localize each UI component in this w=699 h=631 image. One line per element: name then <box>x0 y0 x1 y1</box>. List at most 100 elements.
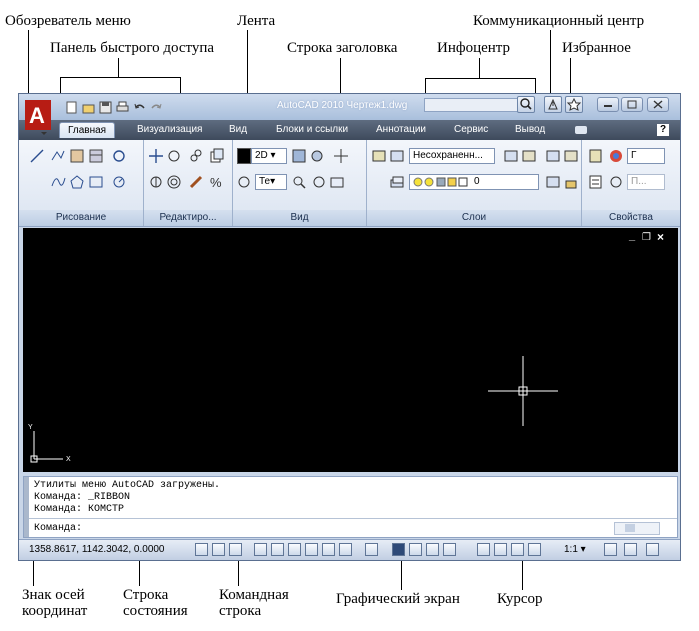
tab-annotations[interactable]: Аннотации <box>376 124 426 135</box>
save-icon[interactable] <box>99 101 112 114</box>
panel-title-draw[interactable]: Рисование <box>19 210 143 226</box>
current-layer-combo[interactable]: 0 <box>409 174 539 190</box>
clean-screen-icon[interactable] <box>646 543 659 556</box>
quick-properties-button[interactable] <box>365 543 378 556</box>
tab-blocks-references[interactable]: Блоки и ссылки <box>276 124 348 135</box>
trim-icon[interactable] <box>188 148 204 164</box>
graphic-screen[interactable]: _ ❐ × Y X <box>23 228 678 472</box>
annotation-visibility-icon[interactable] <box>604 543 617 556</box>
layer-properties-icon[interactable] <box>371 148 387 164</box>
ortho-mode-button[interactable] <box>229 543 242 556</box>
match-properties-icon[interactable] <box>588 148 604 164</box>
tab-visualization[interactable]: Визуализация <box>137 124 202 135</box>
snap-mode-button[interactable] <box>195 543 208 556</box>
workspace-switch-icon[interactable] <box>624 543 637 556</box>
close-icon[interactable] <box>647 97 669 112</box>
viewport-restore-icon[interactable]: ❐ <box>642 232 651 243</box>
circle-icon[interactable] <box>111 148 127 164</box>
pan-icon[interactable] <box>333 148 349 164</box>
layer-state-combo[interactable]: Несохраненн... <box>409 148 495 164</box>
scale-icon[interactable]: % <box>209 174 225 190</box>
panel-title-layers[interactable]: Слои <box>367 210 581 226</box>
list-properties-icon[interactable] <box>588 174 604 190</box>
quick-view-button[interactable] <box>443 543 456 556</box>
zoom-icon[interactable] <box>291 174 307 190</box>
move-icon[interactable] <box>148 148 164 164</box>
minimize-icon[interactable] <box>597 97 619 112</box>
layer-off-icon[interactable] <box>563 148 579 164</box>
steering-wheel-icon[interactable] <box>311 174 327 190</box>
undo-icon[interactable] <box>133 101 146 114</box>
model-space-button[interactable] <box>392 543 405 556</box>
command-window-grip[interactable] <box>24 477 29 537</box>
grid-display-button[interactable] <box>212 543 225 556</box>
zoom-status-icon[interactable] <box>494 543 507 556</box>
copy-icon[interactable] <box>209 148 225 164</box>
dynamic-input-button[interactable] <box>322 543 335 556</box>
view-combo-2[interactable]: Те▾ <box>255 174 287 190</box>
linetype-icon[interactable] <box>608 174 624 190</box>
layer-match-icon[interactable] <box>503 148 519 164</box>
orbit-icon[interactable] <box>237 174 253 190</box>
steering-wheel-status-icon[interactable] <box>511 543 524 556</box>
dynamic-ucs-button[interactable] <box>305 543 318 556</box>
print-icon[interactable] <box>116 101 129 114</box>
help-icon[interactable]: ? <box>657 124 669 136</box>
communication-center-icon[interactable] <box>544 96 562 113</box>
rectangle-icon[interactable] <box>88 174 104 190</box>
command-scrollbar[interactable] <box>614 522 660 535</box>
layer-previous-icon[interactable] <box>521 148 537 164</box>
viewport-close-icon[interactable]: × <box>657 230 664 244</box>
layer-state-icon[interactable] <box>389 148 405 164</box>
polar-tracking-button[interactable] <box>254 543 267 556</box>
object-snap-tracking-button[interactable] <box>288 543 301 556</box>
command-scrollbar-thumb[interactable] <box>625 524 635 532</box>
arc-icon[interactable] <box>111 174 127 190</box>
table-icon[interactable] <box>88 148 104 164</box>
layers-stack-icon[interactable] <box>389 174 405 190</box>
erase-icon[interactable] <box>188 174 204 190</box>
shade-icon[interactable] <box>291 148 307 164</box>
infocenter-search-input[interactable] <box>424 98 527 112</box>
panel-title-properties[interactable]: Свойства <box>582 210 680 226</box>
line-icon[interactable] <box>29 148 45 164</box>
color-combo[interactable]: Г <box>627 148 665 164</box>
coordinates-readout[interactable]: 1358.8617, 1142.3042, 0.0000 <box>29 544 165 555</box>
command-prompt[interactable]: Команда: <box>34 523 82 534</box>
layer-freeze-icon[interactable] <box>545 174 561 190</box>
polygon-icon[interactable] <box>69 174 85 190</box>
tab-tools[interactable]: Сервис <box>454 124 488 135</box>
linetype-combo[interactable]: П... <box>627 174 665 190</box>
ribbon-minimize-icon[interactable] <box>575 126 587 134</box>
rotate-icon[interactable] <box>166 148 182 164</box>
lineweight-button[interactable] <box>339 543 352 556</box>
spline-icon[interactable] <box>50 174 66 190</box>
layer-lock-icon[interactable] <box>563 174 579 190</box>
annotation-scale[interactable]: 1:1 ▾ <box>564 544 586 555</box>
tab-view[interactable]: Вид <box>229 124 247 135</box>
view-swatch-icon[interactable] <box>237 148 251 164</box>
tab-output[interactable]: Вывод <box>515 124 545 135</box>
command-window[interactable]: Утилиты меню AutoCAD загружены. Команда:… <box>23 476 678 538</box>
layer-isolate-icon[interactable] <box>545 148 561 164</box>
view-combo[interactable]: 2D ▾ <box>251 148 287 164</box>
maximize-icon[interactable] <box>621 97 643 112</box>
layout2-button[interactable] <box>426 543 439 556</box>
offset-icon[interactable] <box>166 174 182 190</box>
hatch-icon[interactable] <box>69 148 85 164</box>
application-menu-icon[interactable]: A <box>21 96 55 136</box>
favorites-icon[interactable] <box>565 96 583 113</box>
mirror-icon[interactable] <box>148 174 164 190</box>
object-snap-button[interactable] <box>271 543 284 556</box>
tab-home[interactable]: Главная <box>59 122 116 138</box>
viewport-minimize-icon[interactable]: _ <box>629 230 635 242</box>
search-icon[interactable] <box>517 96 535 113</box>
camera-icon[interactable] <box>329 174 345 190</box>
render-icon[interactable] <box>309 148 325 164</box>
color-wheel-icon[interactable] <box>608 148 624 164</box>
showmotion-status-icon[interactable] <box>528 543 541 556</box>
polyline-icon[interactable] <box>50 148 66 164</box>
layout1-button[interactable] <box>409 543 422 556</box>
open-icon[interactable] <box>82 101 95 114</box>
new-icon[interactable] <box>65 101 78 114</box>
